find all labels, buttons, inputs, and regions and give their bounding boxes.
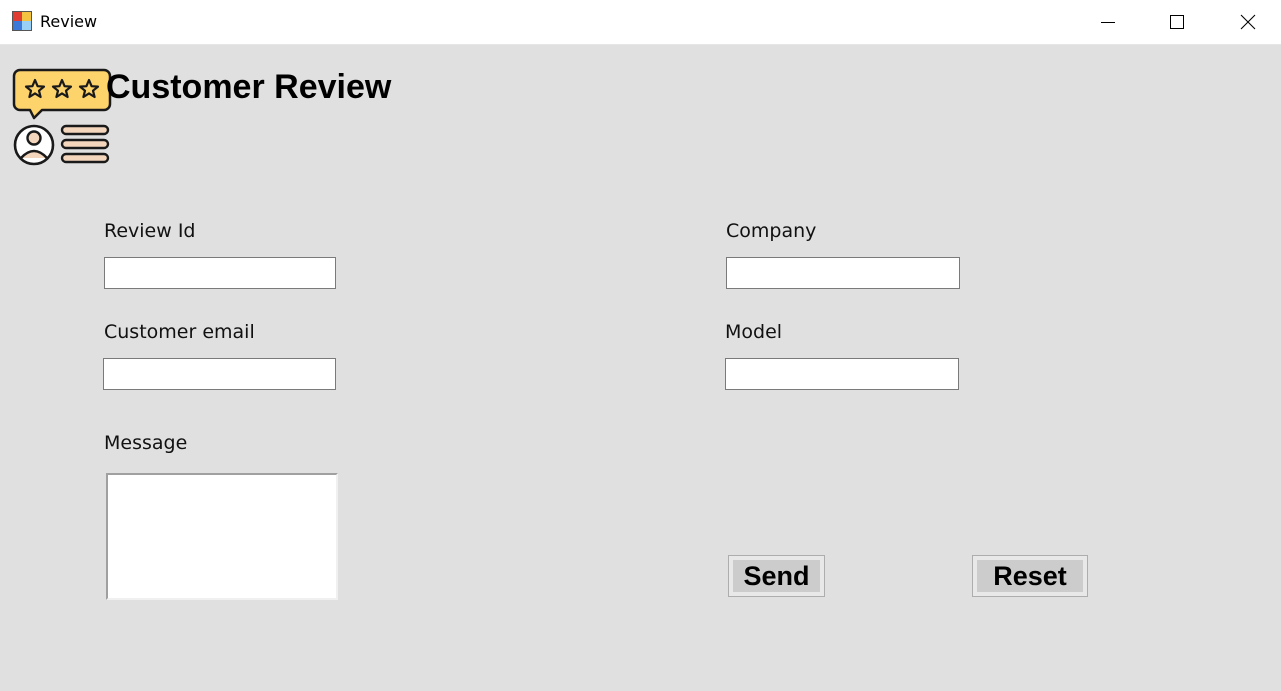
- send-button[interactable]: Send: [728, 555, 825, 597]
- maximize-icon: [1170, 15, 1184, 29]
- minimize-icon: [1101, 22, 1115, 23]
- page-title: Customer Review: [106, 68, 392, 106]
- message-label: Message: [104, 432, 188, 454]
- window-titlebar: Review: [0, 0, 1281, 45]
- close-icon: [1240, 14, 1256, 30]
- winforms-app-icon: [12, 11, 32, 31]
- company-label: Company: [726, 220, 817, 242]
- message-textarea[interactable]: [106, 473, 338, 600]
- customer-review-stars-icon: [12, 68, 112, 166]
- company-input[interactable]: [726, 257, 960, 289]
- customer-email-label: Customer email: [104, 321, 255, 343]
- model-input[interactable]: [725, 358, 959, 390]
- customer-email-input[interactable]: [103, 358, 336, 390]
- window-title: Review: [40, 12, 98, 31]
- model-label: Model: [725, 321, 783, 343]
- review-id-input[interactable]: [104, 257, 336, 289]
- reset-button[interactable]: Reset: [972, 555, 1088, 597]
- review-id-label: Review Id: [104, 220, 196, 242]
- minimize-button[interactable]: [1085, 0, 1131, 44]
- maximize-button[interactable]: [1154, 0, 1200, 44]
- close-button[interactable]: [1225, 0, 1271, 44]
